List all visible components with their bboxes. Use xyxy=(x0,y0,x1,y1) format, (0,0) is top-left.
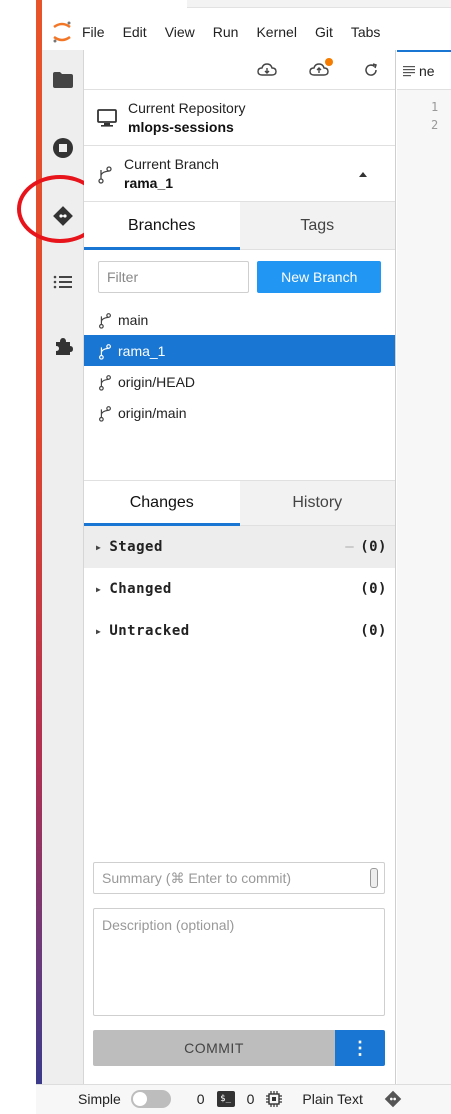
jupyter-logo-icon[interactable] xyxy=(42,14,82,50)
cpu-icon[interactable] xyxy=(266,1091,283,1107)
editor-tab[interactable]: ne xyxy=(397,50,451,90)
repository-name: mlops-sessions xyxy=(128,119,234,135)
status-bar: Simple 0 $_ 0 Plain Text xyxy=(42,1084,451,1114)
menu-view[interactable]: View xyxy=(165,24,195,40)
changed-section[interactable]: ▶ Changed (0) xyxy=(84,568,395,610)
menu-bar: File Edit View Run Kernel Git Tabs xyxy=(42,14,451,50)
file-type-label[interactable]: Plain Text xyxy=(302,1091,362,1107)
branch-item-origin-head[interactable]: origin/HEAD xyxy=(84,366,395,397)
branch-text: Current Branch rama_1 xyxy=(124,156,219,191)
branch-item-origin-main[interactable]: origin/main xyxy=(84,397,395,428)
git-toolbar xyxy=(84,50,395,90)
caret-up-icon[interactable] xyxy=(359,172,367,177)
new-branch-button[interactable]: New Branch xyxy=(257,261,381,293)
section-name: Changed xyxy=(109,581,172,597)
pull-icon[interactable] xyxy=(257,60,277,80)
repository-text: Current Repository mlops-sessions xyxy=(128,100,246,135)
description-input[interactable]: Description (optional) xyxy=(93,908,385,1016)
line-numbers: 1 2 xyxy=(397,90,451,134)
menu-git[interactable]: Git xyxy=(315,24,333,40)
refresh-icon[interactable] xyxy=(361,60,381,80)
left-gutter xyxy=(0,0,36,1114)
untracked-section[interactable]: ▶ Untracked (0) xyxy=(84,610,395,652)
repository-label: Current Repository xyxy=(128,100,246,116)
chevron-right-icon: ▶ xyxy=(96,542,102,552)
text-file-icon xyxy=(403,65,415,76)
branch-name: rama_1 xyxy=(124,175,174,191)
branch-item-label: origin/HEAD xyxy=(118,373,196,390)
kernels-count: 0 xyxy=(246,1091,255,1107)
git-panel: Current Repository mlops-sessions Curren… xyxy=(84,50,396,1084)
terminals-count: 0 xyxy=(196,1091,205,1107)
current-branch[interactable]: Current Branch rama_1 xyxy=(84,146,395,202)
section-name: Untracked xyxy=(109,623,190,639)
branch-icon xyxy=(99,374,111,391)
tab-tags[interactable]: Tags xyxy=(239,202,395,249)
section-count: (0) xyxy=(360,581,387,597)
top-strip xyxy=(42,0,451,14)
desktop-icon xyxy=(97,108,117,127)
line-number: 1 xyxy=(431,100,439,114)
table-of-contents-icon[interactable] xyxy=(51,270,75,294)
current-repository[interactable]: Current Repository mlops-sessions xyxy=(84,90,395,146)
tab-changes[interactable]: Changes xyxy=(84,481,240,526)
push-icon[interactable] xyxy=(309,57,333,80)
extension-puzzle-icon[interactable] xyxy=(51,334,75,358)
push-pending-dot xyxy=(325,57,333,66)
menu-run[interactable]: Run xyxy=(213,24,239,40)
menu-edit[interactable]: Edit xyxy=(123,24,147,40)
filter-input[interactable]: Filter xyxy=(98,261,250,293)
section-count: (0) xyxy=(360,539,387,555)
tab-branches[interactable]: Branches xyxy=(84,202,240,250)
menu-kernel[interactable]: Kernel xyxy=(256,24,296,40)
git-status-icon[interactable] xyxy=(383,1089,403,1109)
menu-tabs[interactable]: Tabs xyxy=(351,24,381,40)
summary-placeholder: Summary (⌘ Enter to commit) xyxy=(102,869,292,886)
section-count: (0) xyxy=(360,623,387,639)
branch-filter-row: Filter New Branch xyxy=(84,250,395,304)
editor-area: ne 1 2 xyxy=(397,50,451,1084)
commit-options-button[interactable]: ⋮ xyxy=(335,1030,385,1066)
terminal-icon[interactable]: $_ xyxy=(216,1091,235,1107)
branch-item-label: main xyxy=(118,311,149,328)
chevron-right-icon: ▶ xyxy=(96,626,102,636)
branch-item-rama-1[interactable]: rama_1 xyxy=(84,335,395,366)
chevron-right-icon: ▶ xyxy=(96,584,102,594)
changes-tabs: Changes History xyxy=(84,480,395,526)
commit-button[interactable]: COMMIT xyxy=(93,1030,335,1066)
branch-item-main[interactable]: main xyxy=(84,304,395,335)
menu-file[interactable]: File xyxy=(82,24,105,40)
simple-mode-toggle[interactable] xyxy=(130,1090,171,1108)
line-number: 2 xyxy=(431,118,439,132)
top-strip-inner xyxy=(187,0,451,8)
branch-icon xyxy=(99,405,111,422)
toggle-knob xyxy=(132,1092,147,1106)
collapse-dash[interactable]: — xyxy=(345,539,354,555)
branch-icon xyxy=(99,343,111,360)
section-name: Staged xyxy=(109,539,163,555)
running-stop-icon[interactable] xyxy=(51,136,75,160)
folder-icon[interactable] xyxy=(51,68,75,92)
branch-tabs: Branches Tags xyxy=(84,202,395,250)
branch-item-label: rama_1 xyxy=(118,342,166,359)
branch-label: Current Branch xyxy=(124,156,219,172)
branch-item-label: origin/main xyxy=(118,404,187,421)
simple-mode-label: Simple xyxy=(78,1091,121,1107)
staged-section[interactable]: ▶ Staged — (0) xyxy=(84,526,395,568)
summary-input[interactable]: Summary (⌘ Enter to commit) xyxy=(93,862,385,894)
summary-scroll-thumb[interactable] xyxy=(370,868,378,888)
branch-icon xyxy=(98,165,112,184)
editor-tab-label: ne xyxy=(419,62,435,79)
branch-icon xyxy=(99,312,111,329)
tab-history[interactable]: History xyxy=(239,481,395,525)
branch-list: main rama_1 origin/HEAD origin/main xyxy=(84,304,395,480)
